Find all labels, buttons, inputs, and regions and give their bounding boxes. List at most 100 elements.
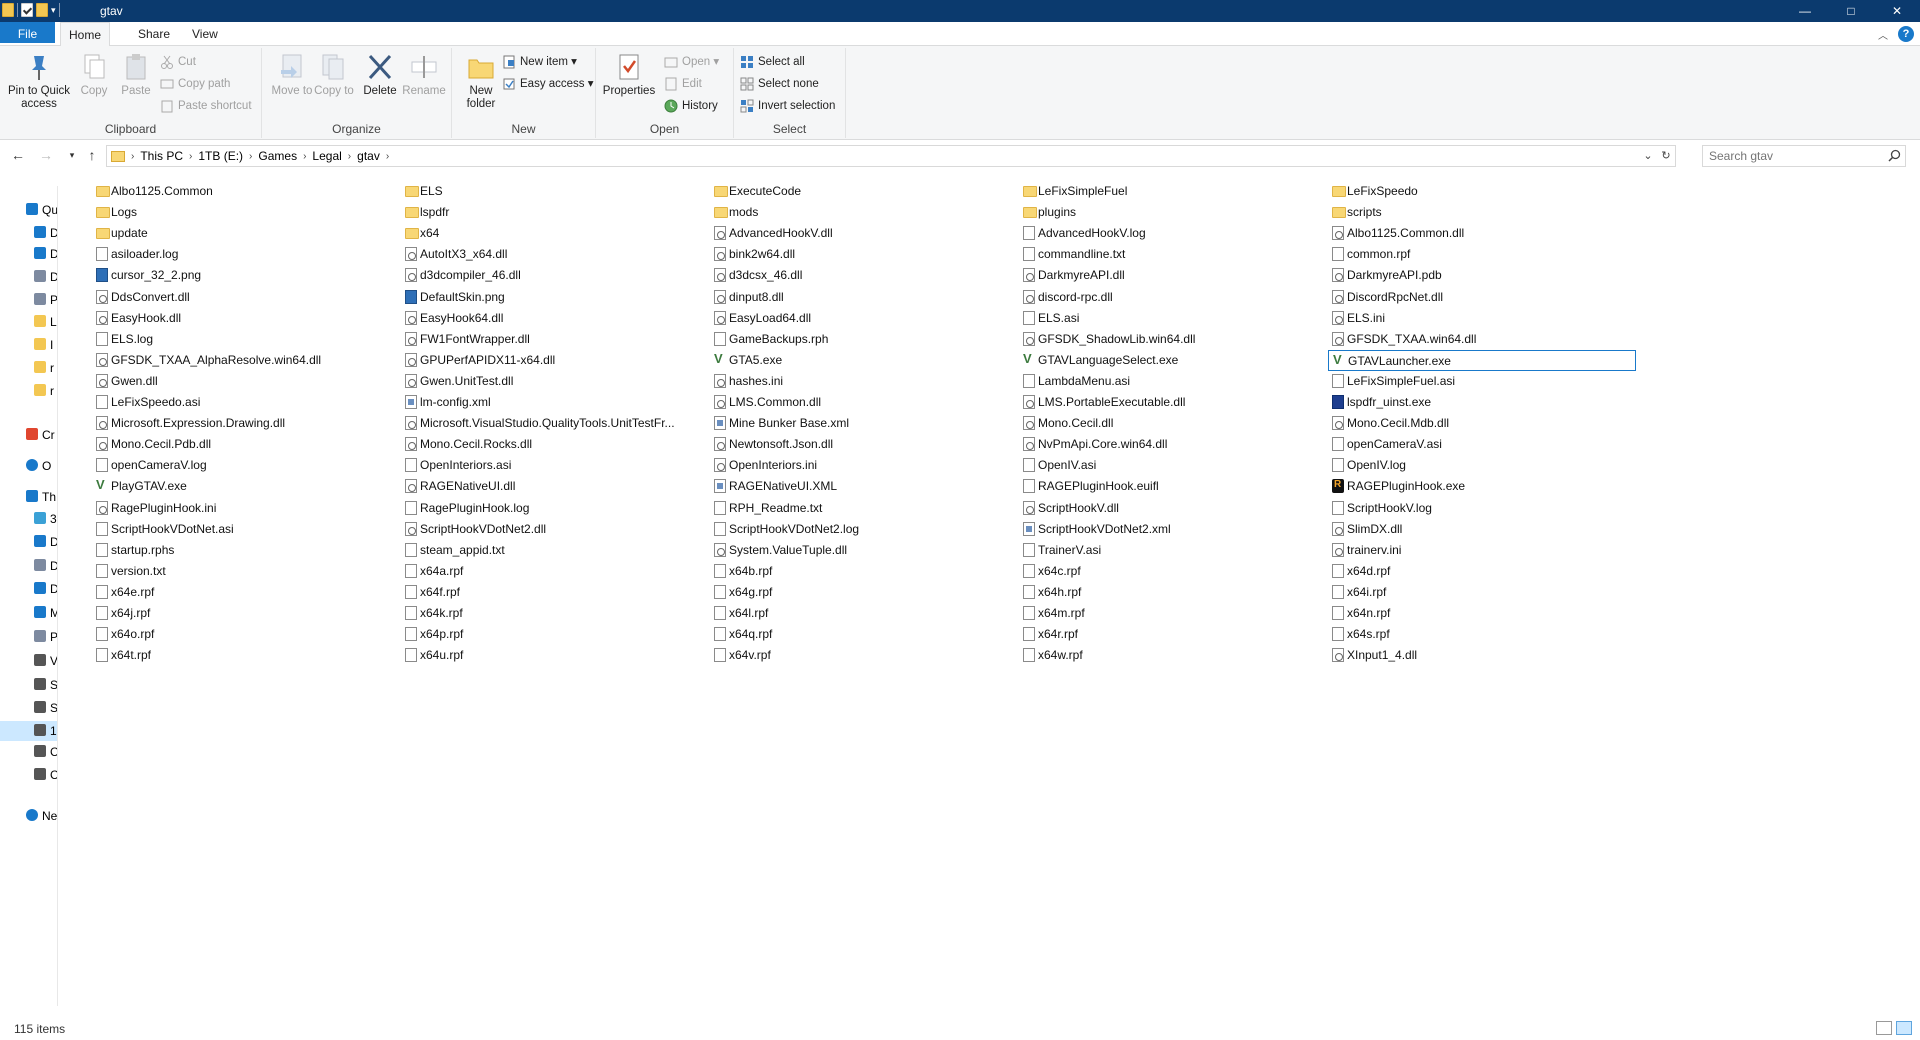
file-item[interactable]: ScriptHookV.dll — [1019, 498, 1319, 519]
file-item[interactable]: RagePluginHook.log — [401, 498, 701, 519]
file-item[interactable]: GFSDK_TXAA_AlphaResolve.win64.dll — [92, 350, 392, 371]
file-item[interactable]: EasyHook64.dll — [401, 308, 701, 329]
breadcrumb-this-pc[interactable]: This PC — [140, 149, 183, 163]
sidebar-item[interactable]: D — [0, 556, 57, 576]
file-item[interactable]: RAGEPluginHook.euifl — [1019, 476, 1319, 497]
chevron-right-icon[interactable]: › — [348, 151, 351, 162]
file-item[interactable]: x64v.rpf — [710, 645, 1010, 666]
chevron-right-icon[interactable]: › — [386, 151, 389, 162]
invert-selection-button[interactable]: Invert selection — [740, 96, 835, 116]
file-item[interactable]: x64b.rpf — [710, 561, 1010, 582]
sidebar-item[interactable]: L — [0, 312, 57, 332]
file-item[interactable]: bink2w64.dll — [710, 244, 1010, 265]
file-item[interactable]: Gwen.UnitTest.dll — [401, 371, 701, 392]
sidebar-item[interactable]: P — [0, 627, 57, 647]
file-item[interactable]: Newtonsoft.Json.dll — [710, 434, 1010, 455]
sidebar-item[interactable]: Cr — [0, 425, 57, 445]
file-item[interactable]: Microsoft.Expression.Drawing.dll — [92, 413, 392, 434]
folder-item[interactable]: Logs — [92, 202, 392, 223]
file-item[interactable]: x64a.rpf — [401, 561, 701, 582]
copy-to-button[interactable]: Copy to — [312, 52, 356, 98]
file-item[interactable]: Mono.Cecil.Mdb.dll — [1328, 413, 1628, 434]
file-item[interactable]: x64k.rpf — [401, 603, 701, 624]
file-item[interactable]: x64e.rpf — [92, 582, 392, 603]
tab-share[interactable]: Share — [126, 22, 182, 46]
sidebar-item[interactable]: D — [0, 244, 57, 264]
sidebar-item[interactable]: C — [0, 742, 57, 762]
file-item[interactable]: GTAVLanguageSelect.exe — [1019, 350, 1319, 371]
file-item[interactable]: NvPmApi.Core.win64.dll — [1019, 434, 1319, 455]
file-item[interactable]: hashes.ini — [710, 371, 1010, 392]
rename-button[interactable]: Rename — [402, 52, 446, 98]
file-item[interactable]: SlimDX.dll — [1328, 519, 1628, 540]
back-button[interactable]: ← — [8, 147, 28, 163]
cut-button[interactable]: Cut — [160, 52, 196, 72]
delete-button[interactable]: Delete — [358, 52, 402, 98]
file-item[interactable]: RAGENativeUI.dll — [401, 476, 701, 497]
file-item[interactable]: DdsConvert.dll — [92, 287, 392, 308]
file-item[interactable]: Gwen.dll — [92, 371, 392, 392]
file-item[interactable]: Mine Bunker Base.xml — [710, 413, 1010, 434]
file-item[interactable]: x64p.rpf — [401, 624, 701, 645]
chevron-right-icon[interactable]: › — [249, 151, 252, 162]
file-item[interactable]: x64n.rpf — [1328, 603, 1628, 624]
file-item[interactable]: x64s.rpf — [1328, 624, 1628, 645]
file-item[interactable]: asiloader.log — [92, 244, 392, 265]
sidebar-item[interactable]: Th — [0, 487, 57, 507]
sidebar-item[interactable]: S — [0, 675, 57, 695]
file-item[interactable]: AutoItX3_x64.dll — [401, 244, 701, 265]
select-all-button[interactable]: Select all — [740, 52, 805, 72]
file-item[interactable]: d3dcsx_46.dll — [710, 265, 1010, 286]
file-item[interactable]: AdvancedHookV.dll — [710, 223, 1010, 244]
file-item[interactable]: GPUPerfAPIDX11-x64.dll — [401, 350, 701, 371]
file-item[interactable]: x64g.rpf — [710, 582, 1010, 603]
folder-item[interactable]: plugins — [1019, 202, 1319, 223]
paste-shortcut-button[interactable]: Paste shortcut — [160, 96, 252, 116]
forward-button[interactable]: → — [36, 147, 56, 163]
file-item[interactable]: d3dcompiler_46.dll — [401, 265, 701, 286]
file-item[interactable]: x64r.rpf — [1019, 624, 1319, 645]
file-item[interactable]: ScriptHookVDotNet.asi — [92, 519, 392, 540]
file-item[interactable]: OpenInteriors.asi — [401, 455, 701, 476]
file-item[interactable]: openCameraV.asi — [1328, 434, 1628, 455]
file-item[interactable]: GFSDK_TXAA.win64.dll — [1328, 329, 1628, 350]
chevron-right-icon[interactable]: › — [131, 151, 134, 162]
file-item[interactable]: PlayGTAV.exe — [92, 476, 392, 497]
easy-access-button[interactable]: Easy access ▾ — [502, 74, 594, 94]
file-item[interactable]: LambdaMenu.asi — [1019, 371, 1319, 392]
file-item[interactable]: RAGENativeUI.XML — [710, 476, 1010, 497]
sidebar-item[interactable]: 3 — [0, 509, 57, 529]
tab-home[interactable]: Home — [60, 22, 110, 47]
folder-item[interactable]: ExecuteCode — [710, 181, 1010, 202]
file-item[interactable]: x64u.rpf — [401, 645, 701, 666]
folder-item[interactable]: x64 — [401, 223, 701, 244]
file-item[interactable]: EasyHook.dll — [92, 308, 392, 329]
address-dropdown-icon[interactable]: ⌄ — [1639, 146, 1657, 166]
file-item[interactable]: RagePluginHook.ini — [92, 498, 392, 519]
file-item[interactable]: System.ValueTuple.dll — [710, 540, 1010, 561]
recent-locations-chevron-icon[interactable]: ▾ — [62, 150, 82, 161]
copy-button[interactable]: Copy — [72, 52, 116, 98]
large-icons-view-button[interactable] — [1896, 1021, 1912, 1035]
file-item[interactable]: LeFixSpeedo.asi — [92, 392, 392, 413]
sidebar-item[interactable]: O — [0, 456, 57, 476]
sidebar-item[interactable]: r — [0, 381, 57, 401]
history-button[interactable]: History — [664, 96, 718, 116]
new-item-button[interactable]: New item ▾ — [502, 52, 577, 72]
address-bar[interactable]: › This PC › 1TB (E:) › Games › Legal › g… — [106, 145, 1676, 167]
file-item[interactable]: DarkmyreAPI.pdb — [1328, 265, 1628, 286]
select-none-button[interactable]: Select none — [740, 74, 819, 94]
details-view-button[interactable] — [1876, 1021, 1892, 1035]
file-item[interactable]: OpenInteriors.ini — [710, 455, 1010, 476]
file-item[interactable]: x64m.rpf — [1019, 603, 1319, 624]
file-item[interactable]: TrainerV.asi — [1019, 540, 1319, 561]
file-item[interactable]: RAGEPluginHook.exe — [1328, 476, 1628, 497]
file-item[interactable]: GameBackups.rph — [710, 329, 1010, 350]
folder-item[interactable]: Albo1125.Common — [92, 181, 392, 202]
file-item[interactable]: x64c.rpf — [1019, 561, 1319, 582]
help-icon[interactable]: ? — [1898, 26, 1914, 42]
file-item[interactable]: x64o.rpf — [92, 624, 392, 645]
file-item[interactable]: ScriptHookVDotNet2.xml — [1019, 519, 1319, 540]
file-item[interactable]: steam_appid.txt — [401, 540, 701, 561]
file-item[interactable]: version.txt — [92, 561, 392, 582]
